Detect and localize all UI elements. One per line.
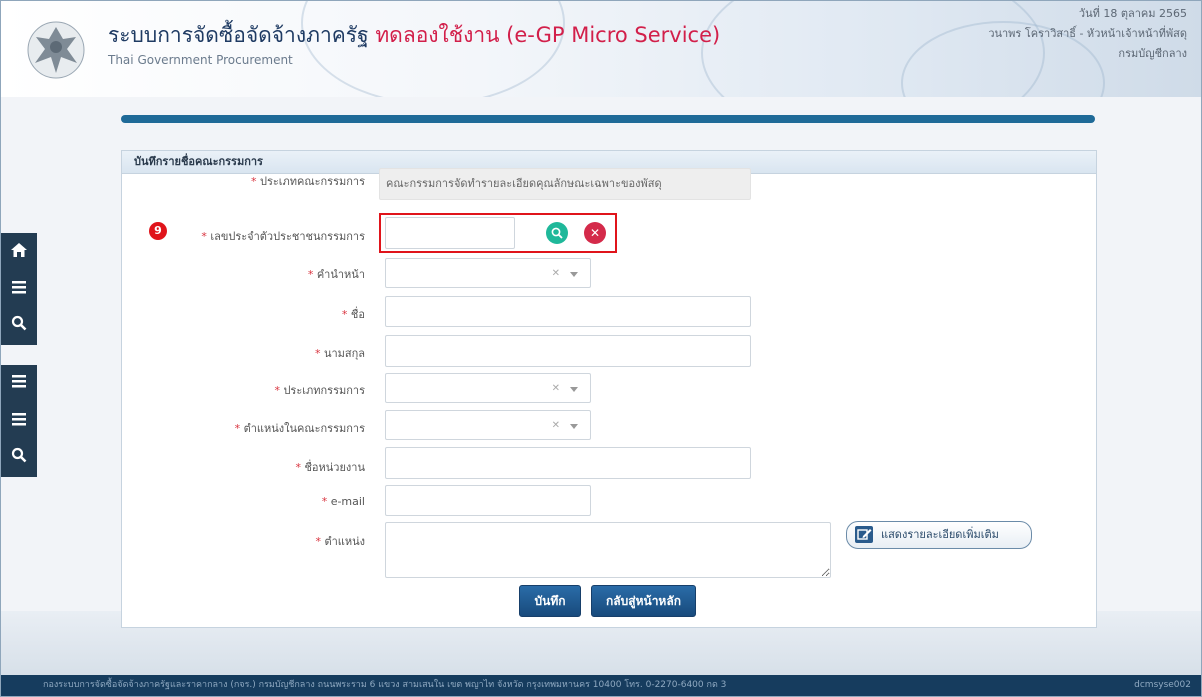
save-button[interactable]: บันทึก: [519, 585, 581, 617]
progress-divider-bar: [121, 115, 1095, 123]
citizen-id-label: * เลขประจำตัวประชาชนกรรมการ: [201, 230, 365, 243]
footer-server-id: dcmsyse002: [1134, 680, 1191, 690]
clear-selection-icon[interactable]: ✕: [552, 268, 560, 279]
zoom-search-icon: [551, 227, 563, 239]
footer-address: กองระบบการจัดซื้อจัดจ้างภาครัฐและราคากลา…: [43, 680, 727, 690]
user-department: กรมบัญชีกลาง: [1118, 47, 1187, 60]
garuda-emblem-icon: [27, 21, 85, 79]
header-banner: ระบบการจัดซื้อจัดจ้างภาครัฐ ทดลองใช้งาน …: [1, 1, 1201, 97]
prefix-label: * คำนำหน้า: [307, 268, 365, 281]
search-icon[interactable]: [1, 315, 37, 334]
email-label: * e-mail: [321, 495, 365, 508]
home-icon[interactable]: [1, 241, 37, 262]
chevron-down-icon: [570, 424, 578, 429]
user-name-role[interactable]: วนาพร โคราวิสาธิ์ - หัวหน้าเจ้าหน้าที่พั…: [988, 24, 1187, 44]
app-subtitle: Thai Government Procurement: [108, 53, 293, 67]
menu-icon[interactable]: [1, 411, 37, 430]
member-type-select[interactable]: ✕: [385, 373, 591, 403]
current-date: วันที่ 18 ตุลาคม 2565: [1078, 7, 1187, 20]
edit-icon: [855, 526, 873, 543]
citizen-id-input[interactable]: [385, 217, 515, 249]
chevron-down-icon: [570, 272, 578, 277]
committee-type-field: คณะกรรมการจัดทำรายละเอียดคุณลักษณะเฉพาะข…: [379, 168, 751, 200]
position-label: * ตำแหน่ง: [315, 535, 365, 548]
clear-selection-icon[interactable]: ✕: [552, 420, 560, 431]
search-citizen-button[interactable]: [546, 222, 568, 244]
last-name-input[interactable]: [385, 335, 751, 367]
sidebar-group-2: [1, 365, 37, 477]
chevron-down-icon: [570, 387, 578, 392]
position-textarea[interactable]: [385, 522, 831, 578]
menu-icon[interactable]: [1, 373, 37, 392]
clear-selection-icon[interactable]: ✕: [552, 383, 560, 394]
show-more-details-label: แสดงรายละเอียดเพิ่มเติม: [881, 528, 999, 541]
app-title-main: ระบบการจัดซื้อจัดจ้างภาครัฐ: [108, 23, 369, 47]
position-in-committee-select[interactable]: ✕: [385, 410, 591, 440]
app-title-test-mode: ทดลองใช้งาน (e-GP Micro Service): [375, 23, 721, 47]
committee-type-label: * ประเภทคณะกรรมการ: [250, 175, 365, 188]
first-name-label: * ชื่อ: [341, 308, 365, 321]
search-icon[interactable]: [1, 447, 37, 466]
clear-citizen-button[interactable]: ✕: [584, 222, 606, 244]
first-name-input[interactable]: [385, 296, 751, 327]
agency-label: * ชื่อหน่วยงาน: [295, 461, 365, 474]
position-in-committee-label: * ตำแหน่งในคณะกรรมการ: [234, 422, 365, 435]
last-name-label: * นามสกุล: [314, 347, 365, 360]
agency-input[interactable]: [385, 447, 751, 479]
member-type-label: * ประเภทกรรมการ: [274, 384, 365, 397]
show-more-details-button[interactable]: แสดงรายละเอียดเพิ่มเติม: [846, 521, 1032, 549]
prefix-select[interactable]: ✕: [385, 258, 591, 288]
app-window: ระบบการจัดซื้อจัดจ้างภาครัฐ ทดลองใช้งาน …: [0, 0, 1202, 697]
back-to-main-button[interactable]: กลับสู่หน้าหลัก: [591, 585, 696, 617]
sidebar-group-1: [1, 233, 37, 345]
footer: กองระบบการจัดซื้อจัดจ้างภาครัฐและราคากลา…: [1, 675, 1201, 696]
header-user-info: วันที่ 18 ตุลาคม 2565 วนาพร โคราวิสาธิ์ …: [988, 4, 1187, 64]
close-icon: ✕: [589, 226, 601, 240]
email-input[interactable]: [385, 485, 591, 516]
menu-icon[interactable]: [1, 279, 37, 298]
app-title: ระบบการจัดซื้อจัดจ้างภาครัฐ ทดลองใช้งาน …: [108, 19, 720, 52]
